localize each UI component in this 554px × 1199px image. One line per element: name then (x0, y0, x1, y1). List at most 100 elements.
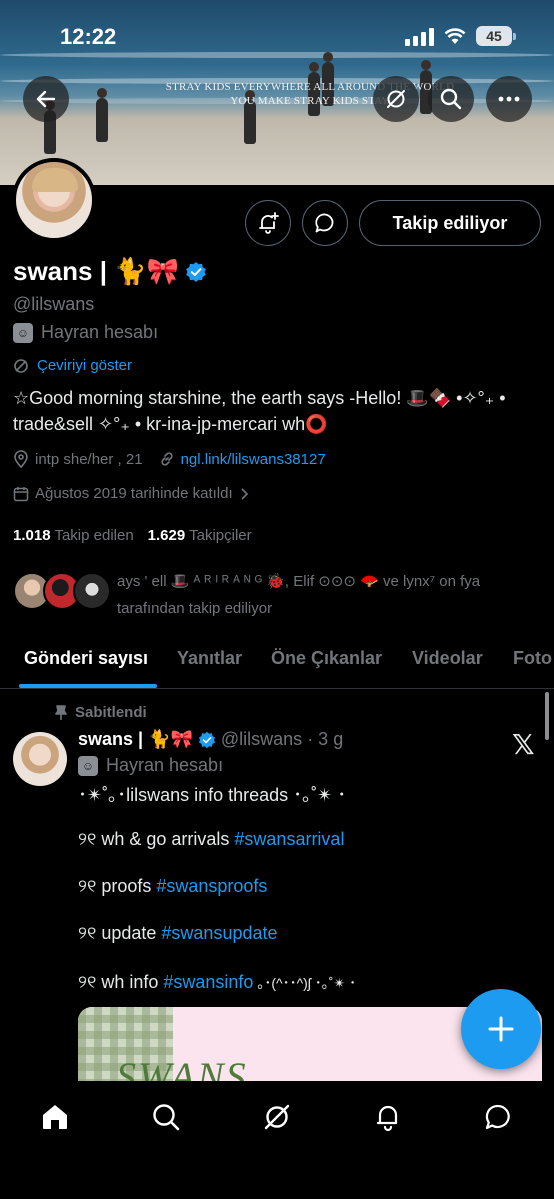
mutual-avatars (13, 572, 113, 612)
chevron-right-icon[interactable] (239, 487, 249, 501)
arrow-left-icon (36, 90, 56, 108)
more-horizontal-icon (498, 96, 520, 102)
profile-avatar[interactable] (12, 158, 96, 242)
grok-icon (264, 1104, 290, 1130)
followed-by-text: ays ' ell 🎩 ᴬ ᴿ ᴵ ᴿ ᴬ ᴺ ᴳ 🐞, Elif ⊙⊙⊙ 🪭 … (117, 568, 537, 622)
nav-grok[interactable] (257, 1097, 297, 1137)
signal-icon (405, 28, 435, 46)
nav-search[interactable] (146, 1097, 186, 1137)
nav-home[interactable] (35, 1097, 75, 1137)
post-item-prefix: ୨୧ wh info (78, 972, 164, 992)
post-item-suffix: ｡･(^･･^)ʃ ･｡˚✴︎ ･ (253, 975, 357, 991)
mutual-avatar (73, 572, 111, 610)
followed-by-line1: ays ' ell 🎩 ᴬ ᴿ ᴵ ᴿ ᴬ ᴺ ᴳ 🐞, Elif ⊙⊙⊙ 🪭 … (117, 573, 481, 590)
bio-line1: ☆Good morning starshine, the earth says … (13, 388, 506, 408)
followers-count: 1.629 (147, 527, 186, 544)
tab-videos[interactable]: Videolar (412, 648, 483, 669)
search-icon (440, 88, 462, 110)
active-tab-indicator (19, 684, 157, 688)
post-text-line: ୨୧ update #swansupdate (78, 923, 278, 944)
profile-joined: Ağustos 2019 tarihinde katıldı (13, 485, 249, 502)
pinned-indicator: Sabitlendi (55, 704, 147, 721)
tab-replies[interactable]: Yanıtlar (177, 648, 242, 669)
profile-link[interactable]: ngl.link/lilswans38127 (181, 451, 326, 468)
profile-meta: intp she/her , 21 ngl.link/lilswans38127 (13, 450, 326, 468)
bell-plus-icon (259, 212, 279, 234)
hashtag-link[interactable]: #swansupdate (161, 923, 277, 943)
bio-line2: trade&sell ✧°₊ • kr-ina-jp-mercari wh⭕ (13, 414, 328, 434)
affiliate-label: ☺ Hayran hesabı (13, 322, 158, 343)
verified-badge-icon[interactable] (185, 261, 207, 283)
calendar-icon (13, 486, 29, 501)
following-count: 1.018 (13, 527, 51, 544)
post-text-line: ୨୧ wh info #swansinfo ｡･(^･･^)ʃ ･｡˚✴︎ ･ (78, 972, 356, 993)
profile-location: intp she/her , 21 (35, 450, 143, 468)
hashtag-link[interactable]: #swansinfo (163, 972, 253, 992)
battery-icon: 45 (476, 26, 516, 46)
nav-messages[interactable] (478, 1097, 518, 1137)
affiliate-label-text: Hayran hesabı (41, 322, 159, 342)
post-header: swans | 🐈🎀 @lilswans · 3 g (78, 729, 343, 750)
post-text-line: ୨୧ proofs #swansproofs (78, 876, 267, 897)
mask-icon: ☺ (78, 755, 98, 776)
back-button[interactable] (23, 76, 69, 122)
post-text-line: ･✴︎˚｡･lilswans info threads ･｡˚✴︎ ･ (78, 785, 347, 805)
scrollbar[interactable] (545, 692, 549, 740)
media-text: SWANS (116, 1054, 248, 1081)
link-icon (160, 452, 173, 466)
followers-label: Takipçiler (189, 527, 252, 544)
message-button[interactable] (302, 200, 348, 246)
hashtag-link[interactable]: #swansproofs (156, 876, 267, 896)
display-name: swans | 🐈🎀 (13, 256, 179, 286)
post-text-line: ୨୧ wh & go arrivals #swansarrival (78, 829, 344, 850)
post-author-handle: @lilswans (220, 729, 303, 749)
search-button[interactable] (428, 76, 474, 122)
profile-bio: ☆Good morning starshine, the earth says … (13, 385, 543, 437)
translate-icon (14, 358, 28, 373)
nav-notifications[interactable] (368, 1097, 408, 1137)
followers-count-link[interactable]: 1.629 Takipçiler (148, 527, 252, 544)
tab-photos[interactable]: Foto (513, 648, 552, 669)
profile-handle: @lilswans (13, 294, 95, 314)
followed-by-line2: tarafından takip ediliyor (117, 600, 273, 617)
grok-button[interactable] (373, 76, 419, 122)
post-author-name[interactable]: swans | 🐈🎀 (78, 729, 193, 750)
joined-date: Ağustos 2019 tarihinde katıldı (35, 485, 233, 502)
follow-counts: 1.018 Takip edilen 1.629 Takipçiler (13, 527, 252, 544)
home-icon (43, 1105, 67, 1129)
verified-badge-icon (198, 731, 215, 748)
translate-bio-text: Çeviriyi göster (37, 357, 133, 374)
location-icon (14, 450, 28, 468)
plus-icon (488, 1016, 514, 1042)
mask-icon: ☺ (13, 322, 33, 343)
tab-posts[interactable]: Gönderi sayısı (24, 648, 148, 669)
post-item-prefix: ୨୧ wh & go arrivals (78, 829, 235, 849)
wifi-icon (444, 28, 466, 44)
status-time: 12:22 (60, 24, 117, 49)
profile-name: swans | 🐈🎀 (13, 256, 207, 287)
post-affiliate-label: ☺ Hayran hesabı (78, 755, 223, 776)
hashtag-link[interactable]: #swansarrival (234, 829, 344, 849)
post-affiliate-label-text: Hayran hesabı (106, 755, 224, 775)
post-author-avatar[interactable] (13, 732, 67, 786)
more-button[interactable] (486, 76, 532, 122)
chat-bubble-icon (485, 1104, 510, 1130)
x-logo-icon: 𝕏 (512, 729, 535, 760)
post-item-prefix: ୨୧ proofs (78, 876, 157, 896)
notifications-subscribe-button[interactable] (245, 200, 291, 246)
post-time: · 3 g (307, 729, 344, 749)
following-label: Takip edilen (54, 527, 134, 544)
compose-post-button[interactable] (461, 989, 541, 1069)
status-bar: 12:22 45 (0, 0, 554, 60)
translate-bio-link[interactable]: Çeviriyi göster (13, 357, 132, 374)
following-button[interactable]: Takip ediliyor (359, 200, 541, 246)
bell-icon (376, 1105, 398, 1132)
pin-icon (55, 704, 67, 720)
following-count-link[interactable]: 1.018 Takip edilen (13, 527, 134, 544)
post-item-prefix: ୨୧ update (78, 923, 162, 943)
tab-highlights[interactable]: Öne Çıkanlar (271, 648, 382, 669)
bottom-navigation (0, 1081, 554, 1199)
grok-icon (387, 90, 405, 108)
search-icon (153, 1104, 180, 1131)
chat-bubble-icon (315, 213, 334, 233)
